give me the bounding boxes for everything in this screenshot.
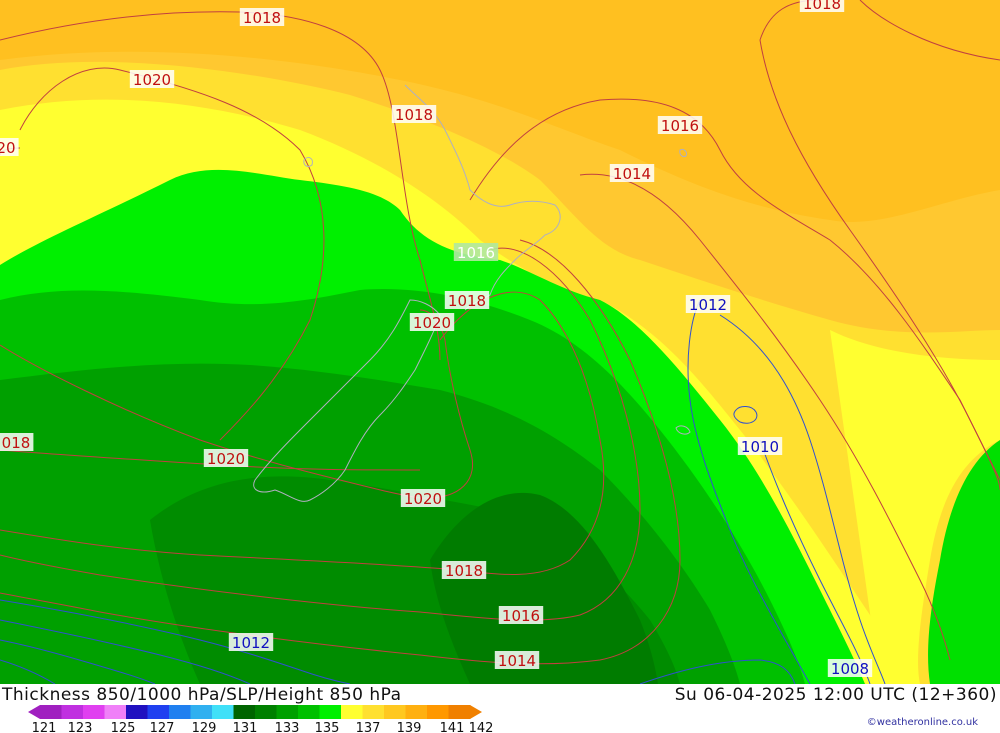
legend-swatch (362, 705, 385, 719)
isobar-label-text: 1020 (404, 490, 442, 508)
legend-ticks: 121 123 125 127 129 131 133 135 137 139 141 142 (32, 721, 494, 733)
legend-swatch (104, 705, 127, 719)
legend-tick-label: 141 (440, 721, 465, 733)
legend-swatch (233, 705, 256, 719)
isobar-label: 1018 (239, 8, 285, 27)
color-legend: 121 123 125 127 129 131 133 135 137 139 141 142 (28, 705, 494, 733)
isobar-label: 20 (0, 138, 19, 157)
map-datetime: Su 06-04-2025 12:00 UTC (12+360) (674, 685, 997, 705)
legend-tick-label: 121 (32, 721, 57, 733)
thickness-shading (0, 0, 1000, 684)
legend-tick-label: 131 (233, 721, 258, 733)
isobar-label-text: 1016 (661, 117, 699, 135)
legend-tick-label: 129 (192, 721, 217, 733)
isobar-label: 1020 (129, 70, 175, 89)
map-area: 1018 1018 1020 20 1018 1016 1014 1016 1018 1020 10… (0, 0, 1000, 684)
isobar-label-text: 1016 (502, 607, 540, 625)
isobar-label-text: 1018 (395, 106, 433, 124)
isobar-label: 1020 (409, 313, 455, 332)
isobar-label-text: 1018 (448, 292, 486, 310)
legend-bar (28, 705, 482, 719)
isobar-label: 1012 (228, 633, 274, 652)
legend-arrow-right (470, 705, 482, 719)
isobar-label: 1014 (609, 164, 655, 183)
isobar-label-text: 1008 (831, 660, 869, 678)
weather-map: 1018 1018 1020 20 1018 1016 1014 1016 1018 1020 10… (0, 0, 1000, 684)
isobar-label-text: 1014 (498, 652, 536, 670)
legend-tick-label: 135 (315, 721, 340, 733)
isobar-label-text: 1018 (243, 9, 281, 27)
isobar-label-text: 1020 (413, 314, 451, 332)
legend-tick-label: 137 (356, 721, 381, 733)
isobar-label: 1018 (799, 0, 845, 13)
isobar-label-text: 1016 (457, 244, 495, 262)
legend-swatch (255, 705, 277, 719)
legend-tick-label: 123 (68, 721, 93, 733)
isobar-label-text: 1012 (689, 296, 727, 314)
credit-link[interactable]: ©weatheronline.co.uk (867, 717, 978, 728)
isobar-label: 1016 (498, 606, 544, 625)
legend-tick-label: 142 (469, 721, 494, 733)
legend-swatch (298, 705, 320, 719)
isobar-label: 1012 (685, 295, 731, 314)
legend-swatch (40, 705, 62, 719)
legend-swatch (405, 705, 428, 719)
isobar-label-text: 1020 (207, 450, 245, 468)
legend-swatch (147, 705, 170, 719)
isobar-label-text: 1020 (133, 71, 171, 89)
isobar-label-text: 1012 (232, 634, 270, 652)
legend-swatch (319, 705, 342, 719)
isobar-label: 1020 (400, 489, 446, 508)
legend-tick-label: 127 (150, 721, 175, 733)
legend-swatch (61, 705, 84, 719)
isobar-label: 1008 (827, 659, 873, 678)
legend-swatch (190, 705, 213, 719)
isobar-label: 018 (0, 433, 34, 452)
isobar-label: 1016 (657, 116, 703, 135)
isobar-label: 1016 (453, 243, 499, 262)
legend-swatch (126, 705, 148, 719)
legend-arrow-left (28, 705, 40, 719)
legend-swatch (448, 705, 471, 719)
isobar-label-text: 018 (2, 434, 31, 452)
map-footer: Thickness 850/1000 hPa/SLP/Height 850 hP… (0, 684, 1000, 733)
map-title: Thickness 850/1000 hPa/SLP/Height 850 hP… (2, 685, 402, 705)
isobar-label: 1018 (391, 105, 437, 124)
isobar-label-text: 1010 (741, 438, 779, 456)
legend-tick-label: 139 (397, 721, 422, 733)
isobar-label-text: 1014 (613, 165, 651, 183)
isobar-label-text: 1018 (803, 0, 841, 13)
isobar-label: 1018 (441, 561, 487, 580)
isobar-label: 1020 (203, 449, 249, 468)
legend-tick-label: 133 (275, 721, 300, 733)
legend-tick-label: 125 (111, 721, 136, 733)
isobar-label: 1014 (494, 651, 540, 670)
legend-swatch (427, 705, 449, 719)
isobar-label-text: 1018 (445, 562, 483, 580)
legend-swatch (169, 705, 191, 719)
legend-swatch (212, 705, 234, 719)
legend-swatch (276, 705, 299, 719)
isobar-label: 1018 (444, 291, 490, 310)
legend-swatch (341, 705, 363, 719)
isobar-label: 1010 (737, 437, 783, 456)
legend-swatch (83, 705, 105, 719)
legend-swatch (384, 705, 406, 719)
isobar-label-text: 20 (0, 139, 16, 157)
